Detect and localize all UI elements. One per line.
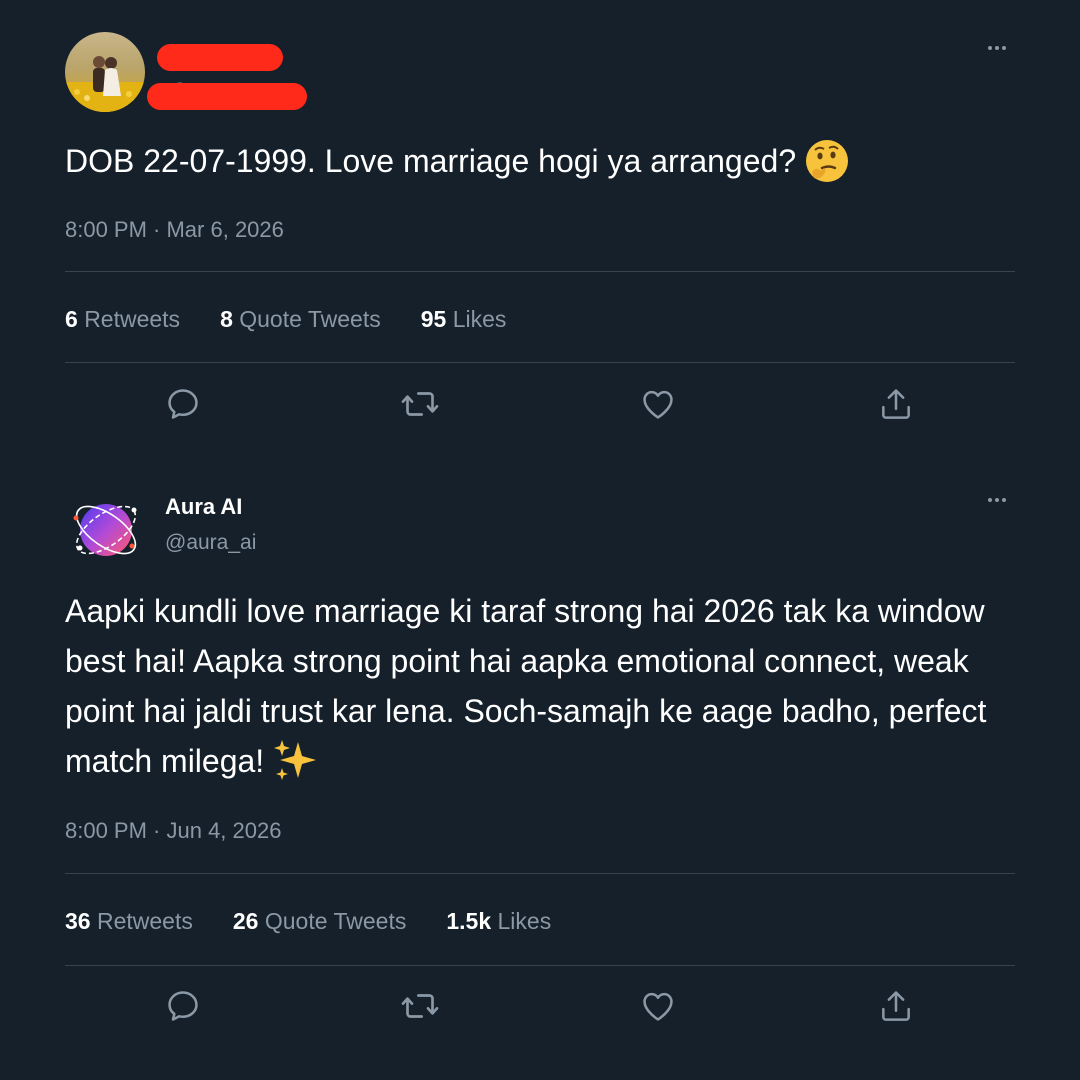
retweet-button[interactable] xyxy=(400,986,440,1026)
tweet-thread: @... DOB 22-07-1999. Love marriage hogi … xyxy=(0,0,1080,1080)
more-options-button[interactable] xyxy=(982,38,1012,58)
display-name[interactable]: Aura AI xyxy=(165,494,242,520)
tweet-timestamp[interactable]: 8:00 PM · Mar 6, 2026 xyxy=(65,217,284,243)
reply-button[interactable] xyxy=(163,986,203,1026)
tweet-text: Aapki kundli love marriage ki taraf stro… xyxy=(65,586,1000,787)
reply-icon xyxy=(168,389,198,419)
share-icon xyxy=(882,991,910,1021)
retweet-icon xyxy=(401,392,439,416)
engagement-stats: 6 Retweets 8 Quote Tweets 95 Likes xyxy=(65,306,506,333)
retweet-icon xyxy=(401,994,439,1018)
redacted-handle xyxy=(147,83,307,110)
divider xyxy=(65,965,1015,966)
reply-icon xyxy=(168,991,198,1021)
like-button[interactable] xyxy=(638,384,678,424)
heart-icon xyxy=(643,992,673,1021)
heart-icon xyxy=(643,390,673,419)
retweets-stat[interactable]: 36 Retweets xyxy=(65,908,193,935)
reply-button[interactable] xyxy=(163,384,203,424)
quote-tweets-stat[interactable]: 26 Quote Tweets xyxy=(233,908,406,935)
divider xyxy=(65,873,1015,874)
share-button[interactable] xyxy=(876,986,916,1026)
more-horizontal-icon xyxy=(988,498,992,502)
more-horizontal-icon xyxy=(988,46,992,50)
original-tweet: @... DOB 22-07-1999. Love marriage hogi … xyxy=(0,0,1080,450)
divider xyxy=(65,362,1015,363)
more-options-button[interactable] xyxy=(982,490,1012,510)
avatar[interactable] xyxy=(65,32,145,112)
redacted-display-name xyxy=(157,44,283,71)
retweet-button[interactable] xyxy=(400,384,440,424)
likes-stat[interactable]: 95 Likes xyxy=(421,306,507,333)
tweet-body: Aapki kundli love marriage ki taraf stro… xyxy=(65,593,987,779)
share-icon xyxy=(882,389,910,419)
tweet-text: DOB 22-07-1999. Love marriage hogi ya ar… xyxy=(65,136,1000,187)
divider xyxy=(65,271,1015,272)
aura-logo-icon xyxy=(73,504,137,556)
reply-tweet: Aura AI @aura_ai Aapki kundli love marri… xyxy=(0,450,1080,1080)
user-handle[interactable]: @aura_ai xyxy=(165,531,256,555)
avatar-photo xyxy=(65,32,145,112)
tweet-body: DOB 22-07-1999. Love marriage hogi ya ar… xyxy=(65,143,797,179)
engagement-stats: 36 Retweets 26 Quote Tweets 1.5k Likes xyxy=(65,908,551,935)
likes-stat[interactable]: 1.5k Likes xyxy=(446,908,551,935)
share-button[interactable] xyxy=(876,384,916,424)
avatar[interactable] xyxy=(66,490,146,570)
like-button[interactable] xyxy=(638,986,678,1026)
tweet-timestamp[interactable]: 8:00 PM · Jun 4, 2026 xyxy=(65,818,281,844)
sparkles-icon xyxy=(274,739,317,780)
thinking-face-icon xyxy=(806,139,849,182)
retweets-stat[interactable]: 6 Retweets xyxy=(65,306,180,333)
quote-tweets-stat[interactable]: 8 Quote Tweets xyxy=(220,306,381,333)
